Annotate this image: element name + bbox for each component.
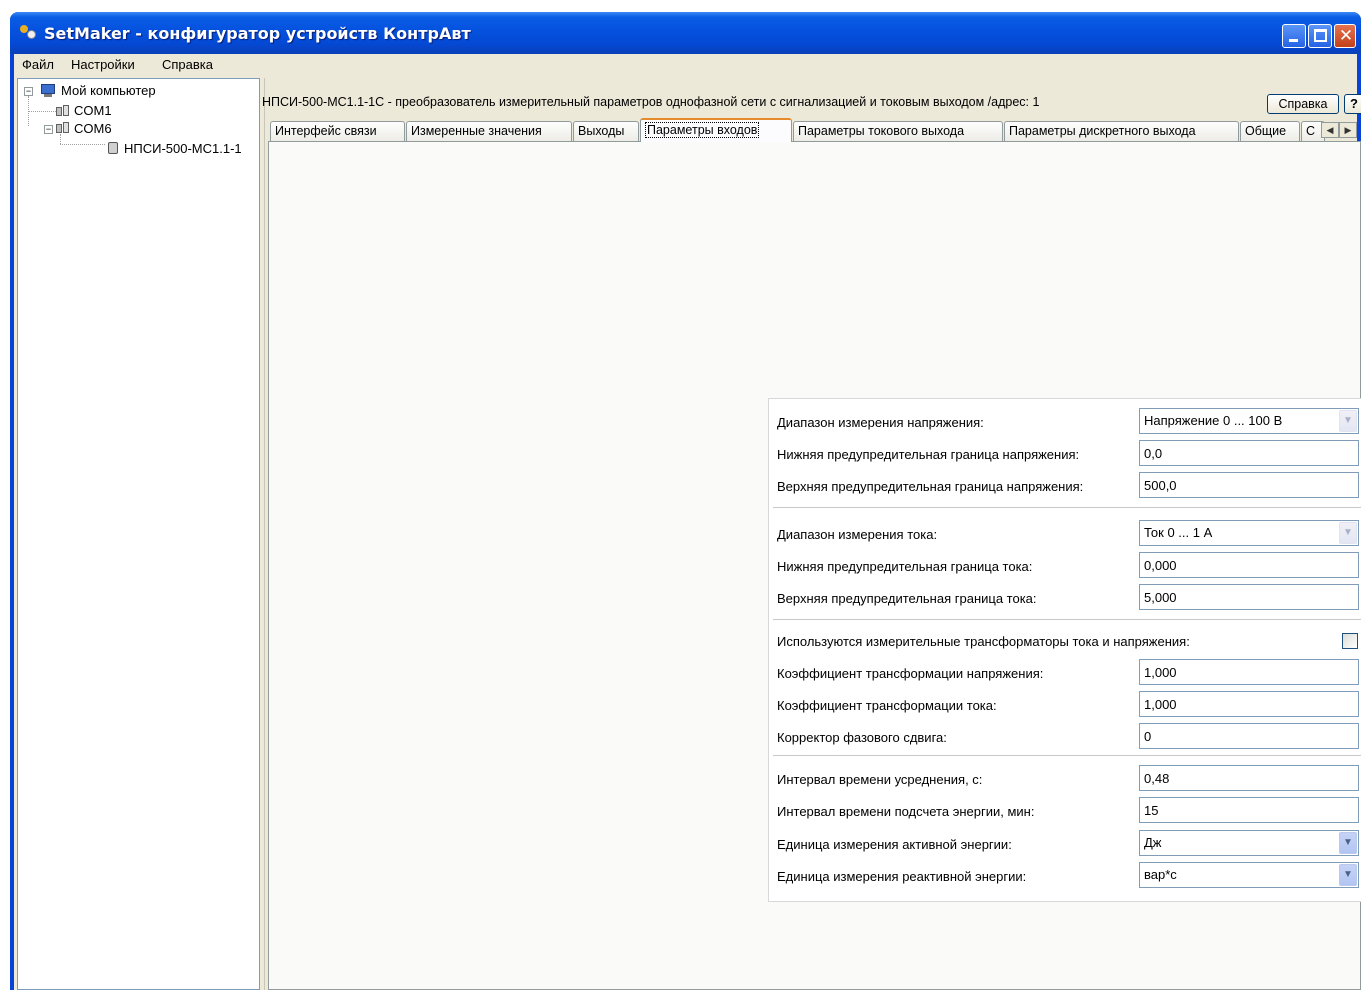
input-params-form: Диапазон измерения напряжения: Напряжени…	[768, 398, 1361, 902]
panel-splitter[interactable]	[260, 78, 265, 990]
active-energy-unit-value: Дж	[1144, 835, 1162, 850]
current-range-select[interactable]: Ток 0 ... 1 А ▼	[1139, 520, 1359, 546]
current-high-label: Верхняя предупредительная граница тока:	[777, 591, 1037, 606]
menu-settings[interactable]: Настройки	[71, 57, 135, 72]
tab-label: С	[1306, 124, 1316, 138]
minimize-button[interactable]	[1282, 24, 1306, 48]
tab-discrete-output-params[interactable]: Параметры дискретного выхода	[1004, 121, 1239, 142]
avg-interval-input[interactable]	[1139, 765, 1359, 791]
phase-corrector-label: Корректор фазового сдвига:	[777, 730, 947, 745]
current-low-input[interactable]	[1139, 552, 1359, 578]
current-ratio-input[interactable]	[1139, 691, 1359, 717]
reactive-energy-unit-select[interactable]: вар*с ▼	[1139, 862, 1359, 888]
transformers-checkbox[interactable]	[1342, 633, 1358, 649]
chevron-down-icon[interactable]: ▼	[1339, 410, 1357, 432]
device-icon	[108, 142, 118, 154]
port-icon	[56, 122, 70, 134]
energy-interval-input[interactable]	[1139, 797, 1359, 823]
tab-measured-values[interactable]: Измеренные значения	[406, 121, 572, 142]
tab-interface[interactable]: Интерфейс связи	[270, 121, 405, 142]
tab-outputs[interactable]: Выходы	[573, 121, 639, 142]
port-icon	[56, 105, 70, 117]
active-energy-unit-label: Единица измерения активной энергии:	[777, 837, 1012, 852]
expand-collapse-icon[interactable]: −	[44, 125, 53, 134]
voltage-range-label: Диапазон измерения напряжения:	[777, 415, 984, 430]
reactive-energy-unit-label: Единица измерения реактивной энергии:	[777, 869, 1027, 884]
maximize-button[interactable]	[1308, 24, 1332, 48]
current-range-label: Диапазон измерения тока:	[777, 527, 938, 542]
client-area: Файл Настройки Справка − Мой компьютер C…	[14, 54, 1361, 990]
menu-help[interactable]: Справка	[162, 57, 213, 72]
voltage-high-label: Верхняя предупредительная граница напряж…	[777, 479, 1084, 494]
current-ratio-label: Коэффициент трансформации тока:	[777, 698, 997, 713]
close-icon: ✕	[1338, 26, 1354, 45]
voltage-low-label: Нижняя предупредительная граница напряже…	[777, 447, 1080, 462]
group-separator	[773, 619, 1361, 621]
tab-scroll-left-icon[interactable]: ◀	[1321, 122, 1339, 138]
tree-item-com1[interactable]: COM1	[74, 103, 112, 118]
app-window: SetMaker - конфигуратор устройств КонтрА…	[10, 12, 1361, 990]
current-low-label: Нижняя предупредительная граница тока:	[777, 559, 1033, 574]
tab-input-params[interactable]: Параметры входов	[640, 118, 792, 142]
tree-item-device[interactable]: НПСИ-500-МС1.1-1	[124, 141, 242, 156]
computer-icon	[40, 84, 56, 98]
phase-corrector-input[interactable]	[1139, 723, 1359, 749]
app-gear-icon	[20, 25, 36, 39]
menu-bar: Файл Настройки Справка	[14, 54, 1357, 76]
current-high-input[interactable]	[1139, 584, 1359, 610]
tab-label: Параметры токового выхода	[798, 124, 965, 138]
voltage-low-input[interactable]	[1139, 440, 1359, 466]
current-range-value: Ток 0 ... 1 А	[1144, 525, 1213, 540]
expand-collapse-icon[interactable]: −	[24, 87, 33, 96]
minimize-icon	[1289, 39, 1298, 42]
tab-scroll-right-icon[interactable]: ▶	[1339, 122, 1357, 138]
group-separator	[773, 755, 1361, 757]
tab-label: Измеренные значения	[411, 124, 542, 138]
active-energy-unit-select[interactable]: Дж ▼	[1139, 830, 1359, 856]
energy-interval-label: Интервал времени подсчета энергии, мин:	[777, 804, 1035, 819]
tab-strip: Интерфейс связи Измеренные значения Выхо…	[270, 118, 1359, 142]
voltage-range-value: Напряжение 0 ... 100 В	[1144, 413, 1283, 428]
avg-interval-label: Интервал времени усреднения, с:	[777, 772, 983, 787]
maximize-icon	[1314, 29, 1327, 42]
title-bar[interactable]: SetMaker - конфигуратор устройств КонтрА…	[10, 12, 1361, 54]
menu-file[interactable]: Файл	[22, 57, 54, 72]
chevron-down-icon[interactable]: ▼	[1339, 832, 1357, 854]
close-button[interactable]: ✕	[1334, 24, 1356, 48]
group-separator	[773, 507, 1361, 509]
tab-general[interactable]: Общие	[1240, 121, 1300, 142]
device-title: НПСИ-500-МС1.1-1С - преобразователь изме…	[262, 95, 1040, 109]
question-button[interactable]: ?	[1344, 94, 1361, 114]
device-tree[interactable]: − Мой компьютер COM1 − COM6 НПСИ-500-МС1…	[17, 78, 260, 990]
help-button[interactable]: Справка	[1267, 94, 1339, 114]
chevron-down-icon[interactable]: ▼	[1339, 522, 1357, 544]
tab-current-output-params[interactable]: Параметры токового выхода	[793, 121, 1003, 142]
voltage-range-select[interactable]: Напряжение 0 ... 100 В ▼	[1139, 408, 1359, 434]
tree-item-com6[interactable]: COM6	[74, 121, 112, 136]
tab-label: Общие	[1245, 124, 1287, 138]
window-title: SetMaker - конфигуратор устройств КонтрА…	[44, 24, 471, 43]
chevron-down-icon[interactable]: ▼	[1339, 864, 1357, 886]
reactive-energy-unit-value: вар*с	[1144, 867, 1177, 882]
tab-page: Диапазон измерения напряжения: Напряжени…	[268, 141, 1361, 990]
transformers-label: Используются измерительные трансформатор…	[777, 634, 1190, 649]
tab-label: Параметры входов	[645, 122, 760, 138]
tab-label: Выходы	[578, 124, 625, 138]
tree-item-my-computer[interactable]: Мой компьютер	[61, 83, 156, 98]
voltage-ratio-input[interactable]	[1139, 659, 1359, 685]
tab-label: Параметры дискретного выхода	[1009, 124, 1196, 138]
voltage-high-input[interactable]	[1139, 472, 1359, 498]
tab-label: Интерфейс связи	[275, 124, 377, 138]
voltage-ratio-label: Коэффициент трансформации напряжения:	[777, 666, 1044, 681]
